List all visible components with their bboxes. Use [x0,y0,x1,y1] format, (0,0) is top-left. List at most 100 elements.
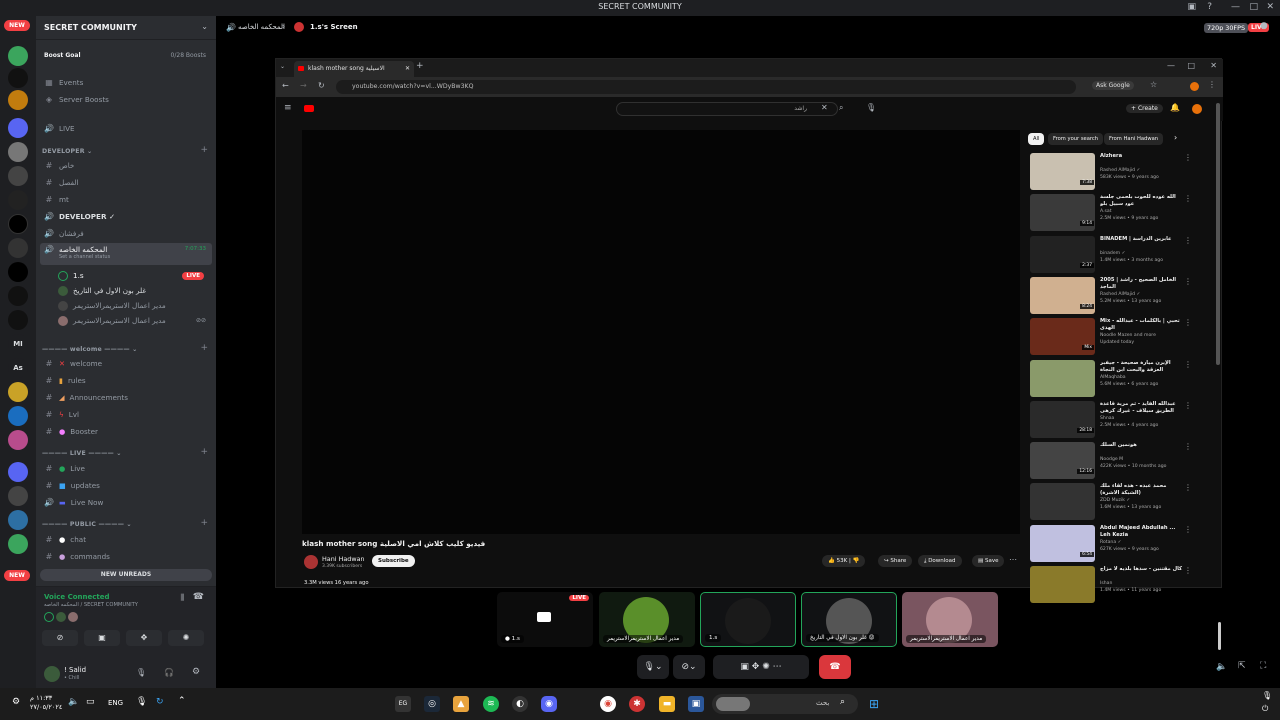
participant-tile[interactable]: مدير اعمال الاستريمرالاستريمر [902,592,998,647]
add-channel-icon[interactable]: + [200,343,208,353]
soundboard-icon[interactable]: ✺ [762,662,770,672]
kebab-menu-icon[interactable]: ⋮ [1208,80,1216,89]
channel-item[interactable]: # ● Live [40,461,212,476]
channel-item[interactable]: # ▮ rules [40,373,212,388]
app-icon[interactable]: ▣ [688,696,704,712]
forward-icon[interactable]: → [300,81,307,90]
kebab-menu-icon[interactable]: ⋮ [1184,566,1192,575]
kebab-menu-icon[interactable]: ⋮ [1184,236,1192,245]
server-icon[interactable] [8,142,28,162]
recommendation-item[interactable]: Mix Mix - تحبي | بالكلمات - عبدالله الهدى… [1030,318,1220,358]
spotify-icon[interactable]: ≋ [483,696,499,712]
kebab-menu-icon[interactable]: ⋮ [1184,318,1192,327]
chrome-icon[interactable]: ◉ [600,696,616,712]
channel-item[interactable]: # ■ updates [40,478,212,493]
server-icon[interactable] [8,534,28,554]
voice-user[interactable]: غلر بون الاول في التاريخ [54,283,212,298]
server-icon[interactable] [8,262,28,282]
epic-games-icon[interactable]: EG [395,696,411,712]
back-icon[interactable]: ← [282,81,289,90]
activities-icon[interactable]: ✥ [752,662,760,672]
disconnect-button[interactable]: ☎ [819,655,851,679]
recommendation-item[interactable]: 12:16 هونمين السلك Noodge M 422K views • 10… [1030,442,1220,482]
clear-search-icon[interactable]: ✕ [821,103,828,112]
kebab-menu-icon[interactable]: ⋮ [1184,442,1192,451]
kebab-menu-icon[interactable]: ⋮ [1184,153,1192,162]
microphone-button[interactable]: 🎙⌄ [637,655,669,679]
new-tab-icon[interactable]: + [416,61,424,71]
voice-user[interactable]: 1.s LIVE [54,268,212,283]
power-icon[interactable]: ⏻ [1262,704,1268,714]
reload-icon[interactable]: ↻ [318,81,325,90]
voice-connected-status[interactable]: Voice Connected [44,593,110,601]
voice-channel-item[interactable]: 🔊 ▬ Live Now [40,495,212,510]
close-button[interactable]: ✕ [1266,2,1274,12]
server-icon[interactable] [8,510,28,530]
server-folder-icon[interactable] [8,118,28,138]
clock[interactable]: ١١:٣٣ م ٢٧/٠٥/٢٠٢٤ [30,694,62,712]
search-icon[interactable]: ⌕ [839,103,843,113]
taskbar-search[interactable]: بحث ⌕ [712,694,858,714]
video-player[interactable] [302,130,1020,534]
app-icon[interactable]: ◐ [512,696,528,712]
channel-item[interactable]: # الفصل [40,175,212,190]
settings-icon[interactable]: ⚙ [12,697,20,707]
channel-avatar[interactable] [304,555,318,569]
recommendation-item[interactable]: محمد عبده - هذه لقاء ملك (الشبكة الاشرة)… [1030,483,1220,523]
boost-goal[interactable]: Boost Goal 0/28 Boosts [40,48,212,63]
chat-icon[interactable]: ● [1260,21,1268,31]
voice-user[interactable]: مدير اعمال الاستريمرالاستريمر [54,298,212,313]
recommendation-item[interactable]: 7:38 Alzhera Rashed AlMajid ✓ 583K views • … [1030,153,1220,193]
share-screen-icon[interactable]: ▣ [740,662,749,672]
volume-icon[interactable]: 🔈 [1216,662,1227,672]
kebab-menu-icon[interactable]: ⋮ [1184,194,1192,203]
maximize-button[interactable]: □ [1187,61,1195,70]
server-icon[interactable] [8,238,28,258]
add-channel-icon[interactable]: + [200,145,208,155]
channel-item[interactable]: # خاص [40,158,212,173]
mic-icon[interactable]: 🎙 [866,103,876,112]
youtube-search-input[interactable]: راشد [616,102,838,116]
server-icon[interactable] [8,166,28,186]
more-icon[interactable]: ⋯ [773,662,782,672]
server-boosts-item[interactable]: ◈ Server Boosts [40,92,212,107]
server-icon[interactable] [8,46,28,66]
url-input[interactable]: youtube.com/watch?v=vl...WDyBw3KQ [336,80,1076,94]
language-indicator[interactable]: ENG [108,699,123,707]
share-button[interactable]: ↪ Share [878,555,913,567]
close-button[interactable]: ✕ [1210,61,1217,70]
star-icon[interactable]: ☆ [1150,80,1157,89]
speaker-icon[interactable]: 🔈 [68,697,79,707]
recommendation-item[interactable]: 8:24 2005 | الخامل الصحيح - راشد الماجد Ra… [1030,276,1220,317]
camera-button[interactable]: ⊘⌄ [673,655,705,679]
recommendation-item[interactable]: الإيرن ميارة صحيحة - جيفبر العزقة والبحث… [1030,359,1220,400]
participant-tile[interactable]: غلر بون الاول في التاريخ 😡 [801,592,897,647]
browser-tab[interactable]: klash mother song الاسيلية ✕ [294,61,414,77]
server-icon[interactable]: MI [8,334,28,354]
avatar[interactable] [1192,104,1202,114]
network-icon[interactable]: ▭ [86,697,95,707]
channel-item[interactable]: # ● commands [40,549,212,564]
app-icon[interactable]: ✱ [629,696,645,712]
channel-status[interactable]: Set a channel status [59,254,110,260]
server-folder-icon[interactable] [8,462,28,482]
tab-search-icon[interactable]: ⌄ [280,63,285,70]
signal-icon[interactable]: ⫼ [180,593,184,603]
headphones-icon[interactable]: 🎧 [164,668,174,677]
ask-google-button[interactable]: Ask Google [1092,81,1134,90]
save-button[interactable]: ▤ Save [972,555,1005,567]
recommendation-item[interactable]: 9:14 الله عوده للحوت بلحمى جلسة عود سبيل … [1030,194,1220,234]
participant-tile[interactable]: 1.s [700,592,796,647]
channel-item[interactable]: # mt [40,192,212,207]
category-public[interactable]: ———— PUBLIC ———— ⌄ [42,521,132,528]
add-channel-icon[interactable]: + [200,447,208,457]
gear-icon[interactable]: ⚙ [192,667,200,677]
file-explorer-icon[interactable]: ▬ [659,696,675,712]
active-voice-channel[interactable]: 🔊 المحكمه الخاصه Set a channel status 7:… [40,243,212,265]
mic-tray-icon[interactable]: 🎙 [1262,691,1272,700]
kebab-menu-icon[interactable]: ⋮ [1184,401,1192,410]
category-welcome[interactable]: ———— welcome ———— ⌄ [42,346,138,353]
channel-item[interactable]: # ◢ Announcements [40,390,212,405]
category-developer[interactable]: DEVELOPER ⌄ [42,148,92,155]
hamburger-icon[interactable]: ≡ [284,103,292,113]
